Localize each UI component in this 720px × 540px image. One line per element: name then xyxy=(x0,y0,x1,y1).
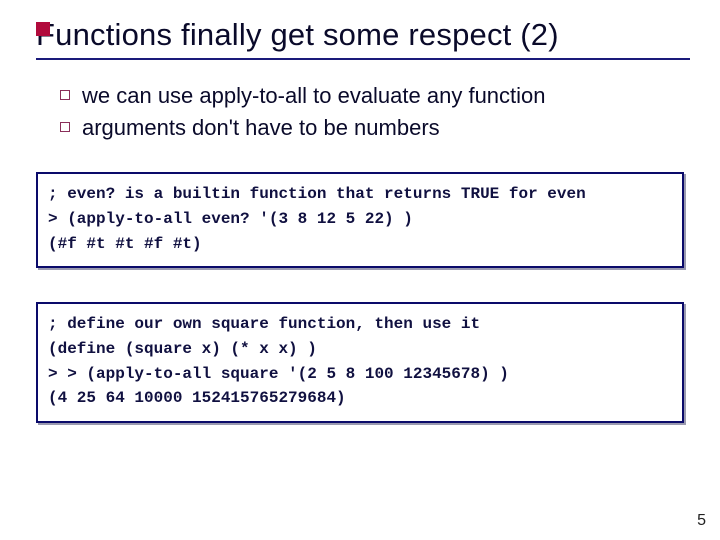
code-line: > (apply-to-all even? '(3 8 12 5 22) ) xyxy=(48,210,413,228)
bullet-text: arguments don't have to be numbers xyxy=(82,115,440,140)
code-line: > > (apply-to-all square '(2 5 8 100 123… xyxy=(48,365,509,383)
bullet-text: we can use apply-to-all to evaluate any … xyxy=(82,83,546,108)
code-line: (define (square x) (* x x) ) xyxy=(48,340,317,358)
bullet-square-icon xyxy=(60,90,70,100)
bullet-item: we can use apply-to-all to evaluate any … xyxy=(60,82,680,110)
slide: Functions finally get some respect (2) w… xyxy=(0,0,720,540)
code-block-1: ; even? is a builtin function that retur… xyxy=(36,172,684,268)
page-number: 5 xyxy=(697,512,706,530)
slide-title: Functions finally get some respect (2) xyxy=(36,18,700,52)
code-line: ; even? is a builtin function that retur… xyxy=(48,185,586,203)
bullet-square-icon xyxy=(60,122,70,132)
bullet-item: arguments don't have to be numbers xyxy=(60,114,680,142)
slide-title-wrap: Functions finally get some respect (2) xyxy=(36,18,700,52)
code-block-2: ; define our own square function, then u… xyxy=(36,302,684,423)
code-line: (4 25 64 10000 152415765279684) xyxy=(48,389,346,407)
title-underline xyxy=(36,58,690,60)
code-line: ; define our own square function, then u… xyxy=(48,315,480,333)
title-accent-square-icon xyxy=(36,22,50,36)
bullet-list: we can use apply-to-all to evaluate any … xyxy=(60,80,680,145)
code-line: (#f #t #t #f #t) xyxy=(48,235,202,253)
